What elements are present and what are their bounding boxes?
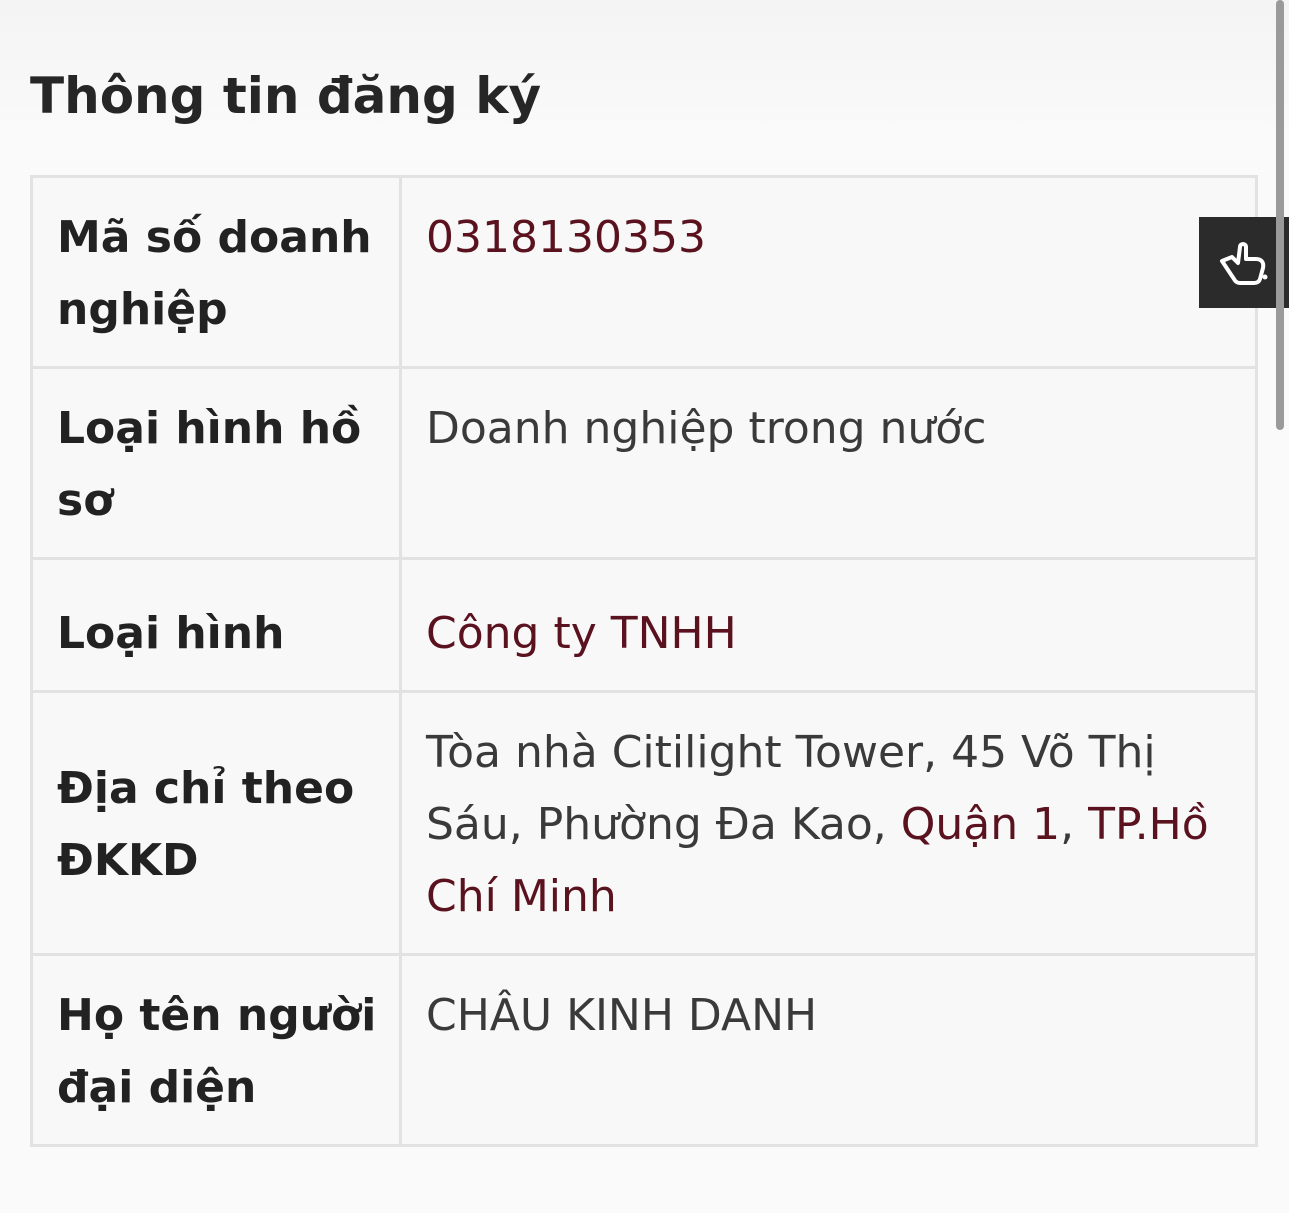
scrollbar-thumb[interactable] bbox=[1276, 0, 1284, 430]
table-row: Họ tên người đại diện CHÂU KINH DANH bbox=[30, 953, 1258, 1147]
business-code-cell: 0318130353 bbox=[399, 175, 1258, 369]
company-info-page: Thông tin đăng ký Mã số doanh nghiệp 031… bbox=[0, 0, 1289, 1213]
table-row: Loại hình Công ty TNHH bbox=[30, 557, 1258, 693]
table-row: Mã số doanh nghiệp 0318130353 bbox=[30, 175, 1258, 369]
address-cell: Tòa nhà Citilight Tower, 45 Võ Thị Sáu, … bbox=[399, 690, 1258, 956]
business-type-link[interactable]: Công ty TNHH bbox=[426, 608, 737, 659]
business-type-cell: Công ty TNHH bbox=[399, 557, 1258, 693]
table-row: Loại hình hồ sơ Doanh nghiệp trong nước bbox=[30, 366, 1258, 560]
business-type-label: Loại hình bbox=[30, 557, 402, 693]
page-scrollbar[interactable] bbox=[1271, 0, 1289, 1213]
table-row: Địa chỉ theo ĐKKD Tòa nhà Citilight Towe… bbox=[30, 690, 1258, 956]
address-label: Địa chỉ theo ĐKKD bbox=[30, 690, 402, 956]
district-link[interactable]: Quận 1 bbox=[901, 799, 1060, 850]
registration-info-table: Mã số doanh nghiệp 0318130353 Loại hình … bbox=[30, 175, 1258, 1147]
pointer-hand-icon bbox=[1220, 241, 1268, 285]
address-separator: , bbox=[1060, 799, 1075, 850]
profile-type-label: Loại hình hồ sơ bbox=[30, 366, 402, 560]
profile-type-value: Doanh nghiệp trong nước bbox=[399, 366, 1258, 560]
section-title: Thông tin đăng ký bbox=[30, 67, 542, 125]
business-code-link[interactable]: 0318130353 bbox=[426, 212, 706, 263]
business-code-label: Mã số doanh nghiệp bbox=[30, 175, 402, 369]
representative-value: CHÂU KINH DANH bbox=[399, 953, 1258, 1147]
representative-label: Họ tên người đại diện bbox=[30, 953, 402, 1147]
